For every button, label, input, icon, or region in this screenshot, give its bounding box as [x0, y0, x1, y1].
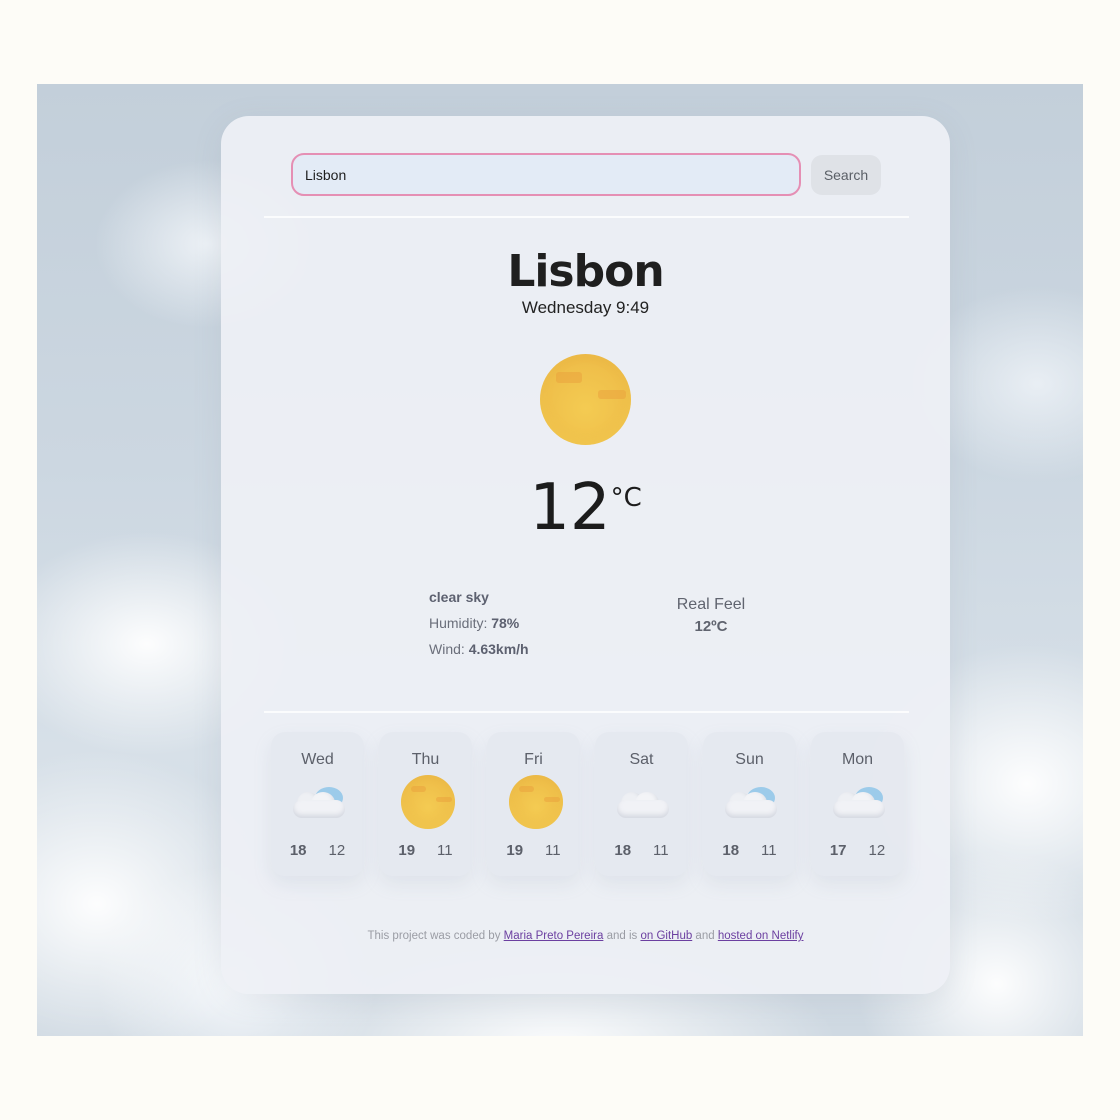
real-feel: Real Feel 12ºC [661, 596, 761, 635]
forecast-low: 11 [437, 842, 453, 859]
partly-cloudy-icon [291, 786, 347, 820]
partly-cloudy-icon [723, 786, 779, 820]
wind: Wind: 4.63km/h [429, 641, 529, 657]
search-button[interactable]: Search [811, 154, 881, 195]
sun-icon [401, 775, 455, 829]
forecast-high: 18 [614, 842, 632, 859]
forecast-day: Mon 17 12 [811, 732, 904, 876]
cloud-icon [615, 786, 671, 820]
forecast-low: 12 [328, 842, 346, 859]
forecast-day: Wed 18 12 [271, 732, 364, 876]
forecast-day-name: Thu [411, 751, 440, 768]
forecast-day-name: Wed [301, 751, 334, 768]
forecast-high: 19 [506, 842, 524, 859]
forecast-day-name: Sat [629, 751, 654, 768]
current-temperature: 12°C [221, 471, 950, 545]
sun-icon [509, 775, 563, 829]
forecast-low: 11 [761, 842, 777, 859]
forecast-day: Sat 18 11 [595, 732, 688, 876]
author-link[interactable]: Maria Preto Pereira [504, 930, 604, 942]
humidity: Humidity: 78% [429, 615, 520, 631]
github-link[interactable]: on GitHub [640, 930, 692, 942]
forecast-day-name: Fri [524, 751, 543, 768]
real-feel-value: 12ºC [694, 618, 728, 635]
forecast-day: Sun 18 11 [703, 732, 796, 876]
forecast-high: 18 [289, 842, 307, 859]
temperature-unit: °C [610, 483, 642, 513]
forecast-day-name: Mon [841, 751, 874, 768]
weather-details: clear sky Humidity: 78% Wind: 4.63km/h [429, 584, 529, 662]
forecast-day: Fri 19 11 [487, 732, 580, 876]
city-search-input[interactable] [291, 153, 801, 196]
forecast-day: Thu 19 11 [379, 732, 472, 876]
search-form: Search [291, 153, 881, 196]
forecast-low: 11 [653, 842, 669, 859]
forecast-high: 17 [829, 842, 847, 859]
city-name: Lisbon [507, 246, 664, 297]
forecast-day-name: Sun [735, 751, 764, 768]
forecast-low: 12 [868, 842, 886, 859]
forecast-high: 19 [398, 842, 416, 859]
real-feel-label: Real Feel [676, 596, 746, 613]
forecast-low: 11 [545, 842, 561, 859]
forecast-high: 18 [722, 842, 740, 859]
temperature-value: 12 [529, 471, 611, 545]
current-datetime: Wednesday 9:49 [521, 298, 650, 317]
header-divider [264, 216, 909, 218]
footer: This project was coded by Maria Preto Pe… [367, 930, 804, 942]
forecast-divider [264, 711, 909, 713]
netlify-link[interactable]: hosted on Netlify [718, 930, 804, 942]
forecast-list: Wed 18 12 Thu 19 11 Fri 19 11 Sat 18 11 Sun … [271, 732, 904, 876]
weather-description: clear sky [429, 589, 489, 605]
weather-card: Search Lisbon Wednesday 9:49 12°C clear … [221, 116, 950, 994]
sun-icon [540, 354, 631, 445]
partly-cloudy-icon [831, 786, 887, 820]
